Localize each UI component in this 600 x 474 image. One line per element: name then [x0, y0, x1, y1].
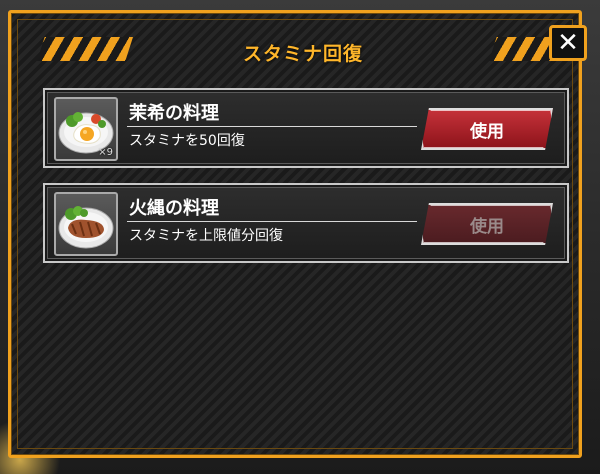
close-icon: ✕: [557, 28, 579, 58]
item-description: スタミナを上限値分回復: [129, 228, 283, 244]
item-divider: [127, 221, 417, 222]
stamina-recovery-dialog: スタミナ回復 ✕ ×9 茉希の料理 スタミナを50回復 使用 火縄の料理 スタミ…: [8, 10, 587, 458]
use-button-label: 使用: [470, 216, 504, 237]
item-name: 茉希の料理: [129, 103, 219, 124]
item-count: ×9: [98, 147, 113, 158]
use-button[interactable]: 使用: [421, 108, 553, 150]
close-button[interactable]: ✕: [549, 25, 587, 61]
item-divider: [127, 126, 417, 127]
dialog-header: スタミナ回復: [33, 27, 585, 71]
use-button-disabled[interactable]: 使用: [421, 203, 553, 245]
dialog-title: スタミナ回復: [242, 43, 363, 65]
list-item: ×9 茉希の料理 スタミナを50回復 使用: [43, 88, 569, 168]
list-item: 火縄の料理 スタミナを上限値分回復 使用: [43, 183, 569, 263]
fried-egg-dish-icon: ×9: [54, 97, 118, 161]
use-button-label: 使用: [470, 121, 504, 142]
item-name: 火縄の料理: [129, 198, 219, 219]
steak-dish-icon: [54, 192, 118, 256]
item-description: スタミナを50回復: [129, 133, 245, 149]
